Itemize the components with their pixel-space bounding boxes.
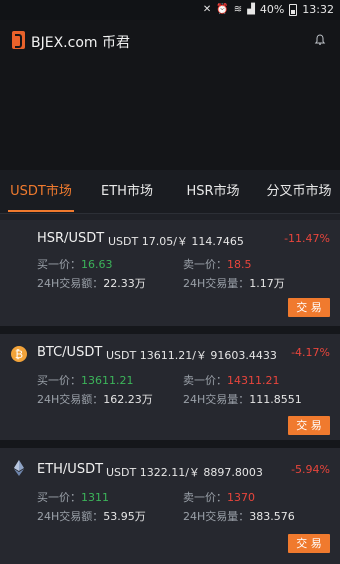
battery-icon (289, 3, 298, 16)
volume-amount-value: 22.33万 (103, 277, 146, 290)
buy-label: 买一价： (37, 258, 81, 271)
app-header: BJEX.com 币君 (0, 20, 340, 170)
sell-label: 卖一价： (183, 258, 227, 271)
pair-name: HSR/USDT (37, 231, 105, 246)
tab-hsr-market[interactable]: HSR市场 (176, 170, 250, 213)
volume-qty-row: 24H交易量：1.17万 (183, 275, 285, 291)
buy-price-row: 买一价：16.63 (37, 256, 113, 272)
volume-amount-value: 53.95万 (103, 510, 146, 523)
market-card-btc[interactable]: ₿ BTC/USDT USDT 13611.21/￥ 91603.4433 -4… (0, 334, 340, 440)
buy-value: 13611.21 (81, 374, 134, 387)
trade-button[interactable]: 交 易 (288, 534, 330, 553)
buy-value: 1311 (81, 491, 109, 504)
price-change: -11.47% (284, 232, 330, 245)
wifi-icon: ≋ (233, 4, 243, 15)
sell-price-row: 卖一价：18.5 (183, 256, 252, 272)
battery-percent: 40% (259, 3, 285, 16)
volume-amount-label: 24H交易额： (37, 510, 104, 523)
clock: 13:32 (302, 3, 334, 16)
volume-qty-row: 24H交易量：383.576 (183, 508, 295, 524)
tab-usdt-market[interactable]: USDT市场 (4, 170, 78, 213)
buy-label: 买一价： (37, 374, 81, 387)
volume-qty-label: 24H交易量： (183, 277, 250, 290)
ethereum-icon (14, 460, 24, 476)
price-quote: USDT 13611.21/￥ 91603.4433 (106, 349, 277, 362)
volume-amount-row: 24H交易额：22.33万 (37, 275, 146, 291)
mute-icon: ✕ (202, 4, 212, 15)
volume-qty-value: 383.576 (249, 510, 295, 523)
volume-amount-row: 24H交易额：53.95万 (37, 508, 146, 524)
status-bar: ✕ ⏰ ≋ ▟ 40% 13:32 (0, 0, 340, 20)
sell-value: 1370 (227, 491, 255, 504)
pair-name: BTC/USDT (37, 345, 103, 360)
sell-label: 卖一价： (183, 491, 227, 504)
volume-qty-label: 24H交易量： (183, 393, 250, 406)
market-card-hsr[interactable]: HSR/USDT USDT 17.05/￥ 114.7465 -11.47% 买… (0, 220, 340, 326)
volume-amount-row: 24H交易额：162.23万 (37, 391, 153, 407)
bitcoin-icon: ₿ (11, 346, 27, 362)
alarm-icon: ⏰ (216, 4, 229, 15)
sell-value: 14311.21 (227, 374, 280, 387)
bjex-logo-icon (12, 31, 25, 49)
sell-label: 卖一价： (183, 374, 227, 387)
trade-button[interactable]: 交 易 (288, 298, 330, 317)
volume-amount-label: 24H交易额： (37, 393, 104, 406)
volume-amount-value: 162.23万 (103, 393, 153, 406)
buy-label: 买一价： (37, 491, 81, 504)
tab-eth-market[interactable]: ETH市场 (90, 170, 164, 213)
market-tabs: USDT市场 ETH市场 HSR市场 分叉币市场 (0, 170, 340, 214)
volume-qty-row: 24H交易量：111.8551 (183, 391, 302, 407)
price-quote: USDT 1322.11/￥ 8897.8003 (106, 466, 263, 479)
volume-qty-value: 111.8551 (249, 393, 302, 406)
volume-qty-label: 24H交易量： (183, 510, 250, 523)
app-title: BJEX.com 币君 (31, 35, 130, 51)
market-card-eth[interactable]: ETH/USDT USDT 1322.11/￥ 8897.8003 -5.94%… (0, 448, 340, 564)
card-divider (0, 440, 340, 448)
tab-fork-market[interactable]: 分叉币市场 (258, 170, 340, 213)
price-change: -4.17% (291, 346, 330, 359)
volume-amount-label: 24H交易额： (37, 277, 104, 290)
buy-value: 16.63 (81, 258, 113, 271)
price-change: -5.94% (291, 463, 330, 476)
signal-icon: ▟ (247, 4, 255, 15)
sell-price-row: 卖一价：14311.21 (183, 372, 280, 388)
buy-price-row: 买一价：13611.21 (37, 372, 134, 388)
pair-name: ETH/USDT (37, 462, 104, 477)
active-tab-indicator (8, 210, 74, 212)
trade-button[interactable]: 交 易 (288, 416, 330, 435)
svg-text:₿: ₿ (15, 348, 23, 361)
sell-value: 18.5 (227, 258, 252, 271)
volume-qty-value: 1.17万 (249, 277, 285, 290)
price-quote: USDT 17.05/￥ 114.7465 (108, 235, 244, 248)
buy-price-row: 买一价：1311 (37, 489, 109, 505)
status-icons: ✕ ⏰ ≋ ▟ 40% 13:32 (203, 3, 334, 16)
bell-icon[interactable] (314, 34, 326, 46)
sell-price-row: 卖一价：1370 (183, 489, 255, 505)
card-divider (0, 326, 340, 334)
